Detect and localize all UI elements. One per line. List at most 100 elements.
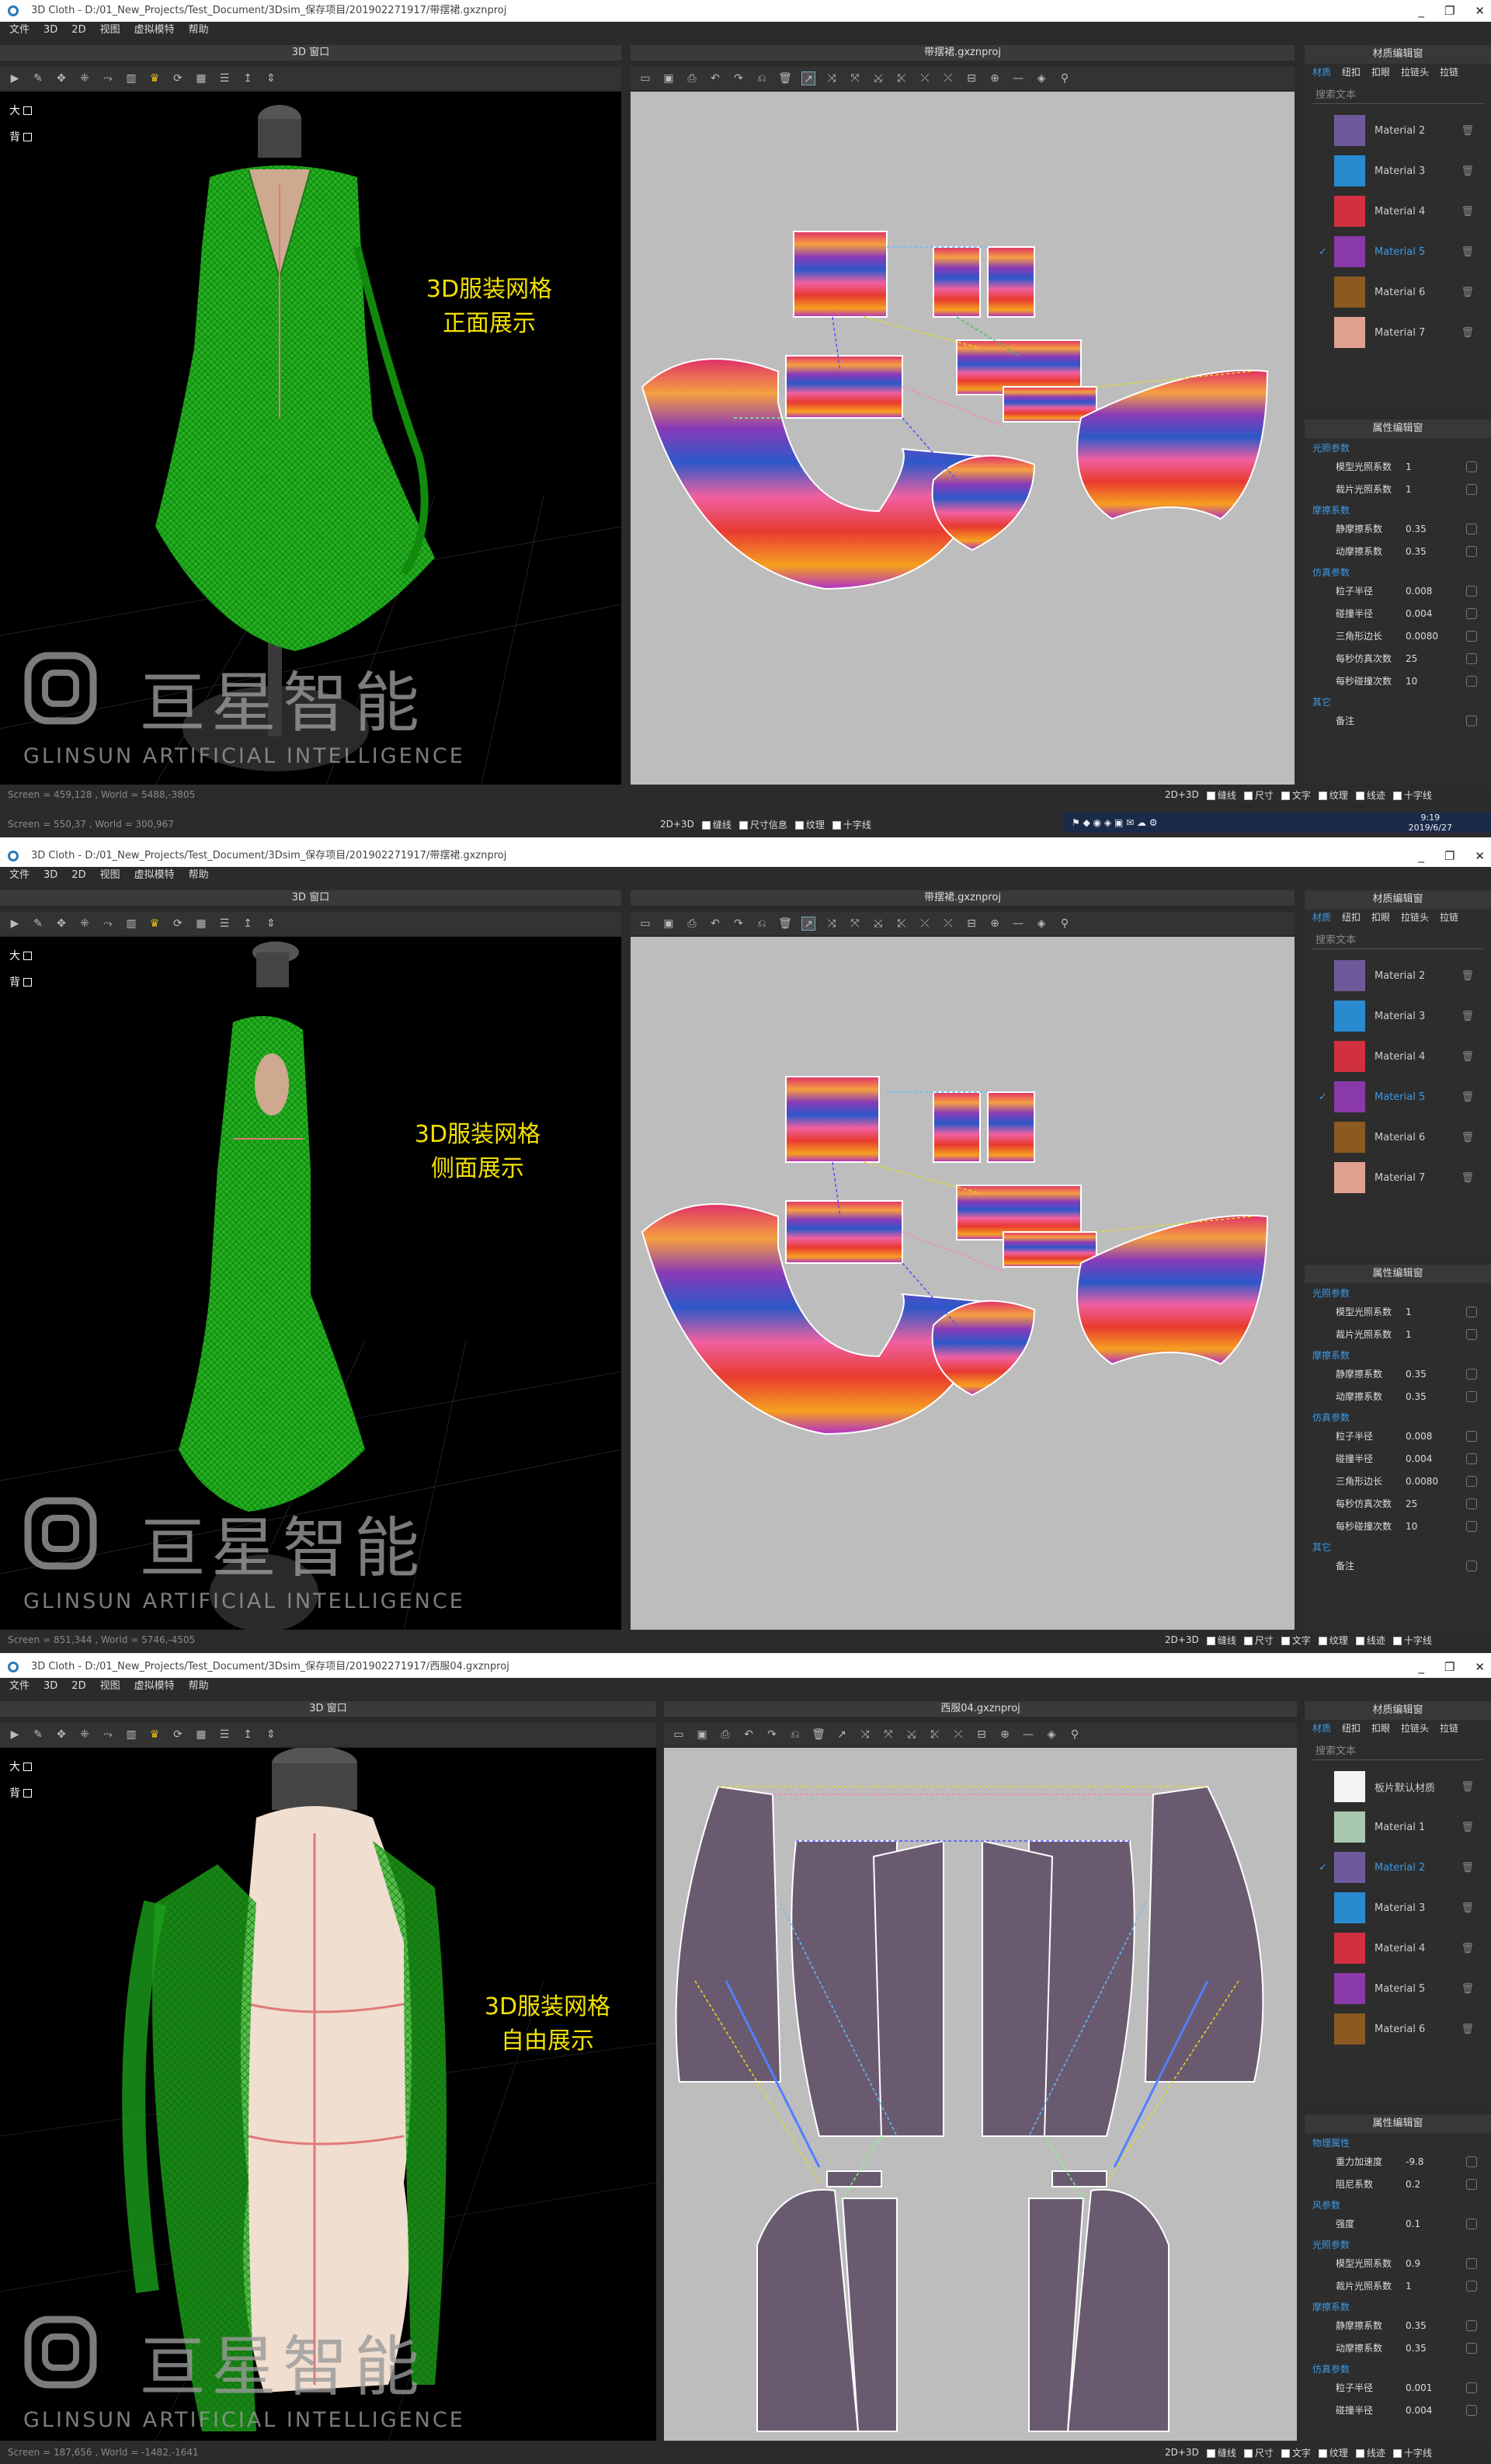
menu-file[interactable]: 文件 xyxy=(9,867,30,884)
tab-button[interactable]: 纽扣 xyxy=(1342,1721,1361,1735)
delete-material-icon[interactable]: 🗑 xyxy=(1461,165,1474,177)
opt-crosshair[interactable]: 十字线 xyxy=(1392,1634,1432,1647)
opt-texture[interactable]: 纹理 xyxy=(1318,788,1348,802)
material-item[interactable]: Material 6 🗑 xyxy=(1305,272,1491,312)
seam6-icon[interactable]: ⤬ xyxy=(941,917,955,931)
delete-material-icon[interactable]: 🗑 xyxy=(1461,1781,1474,1793)
material-item[interactable]: 板片默认材质 🗑 xyxy=(1305,1766,1491,1807)
redo-icon[interactable]: ↷ xyxy=(732,917,746,931)
reset-icon[interactable] xyxy=(1466,461,1477,472)
seam4-icon[interactable]: ⤪ xyxy=(895,917,909,931)
reset-icon[interactable] xyxy=(1466,2342,1477,2354)
delete-material-icon[interactable]: 🗑 xyxy=(1461,1862,1474,1874)
material-search-input[interactable]: 搜索文本 xyxy=(1312,1743,1483,1760)
reset-icon[interactable] xyxy=(1466,1475,1477,1487)
delete-material-icon[interactable]: 🗑 xyxy=(1461,327,1474,339)
menu-2d[interactable]: 2D xyxy=(71,867,85,884)
property-value[interactable]: 25 xyxy=(1406,653,1468,664)
brush-icon[interactable]: ⚲ xyxy=(1068,1728,1082,1742)
opt-text[interactable]: 文字 xyxy=(1281,2446,1311,2459)
material-item[interactable]: ✓ Material 5 🗑 xyxy=(1305,1077,1491,1117)
opt-seam-b[interactable]: 缝线 xyxy=(701,818,732,831)
tab-zipper-head[interactable]: 拉链头 xyxy=(1401,65,1429,79)
property-value[interactable]: 10 xyxy=(1406,1521,1468,1532)
property-value[interactable]: 0.1 xyxy=(1406,2219,1468,2229)
delete-material-icon[interactable]: 🗑 xyxy=(1461,1902,1474,1914)
tack-icon[interactable]: ⤳ xyxy=(101,71,115,85)
material-item[interactable]: Material 3 🗑 xyxy=(1305,151,1491,191)
tab-buttonhole[interactable]: 扣眼 xyxy=(1371,65,1390,79)
reset-icon[interactable] xyxy=(1466,675,1477,687)
view-toggle-back[interactable]: 背 xyxy=(9,974,32,990)
layer-icon[interactable]: ☰ xyxy=(217,917,231,931)
material-item[interactable]: Material 3 🗑 xyxy=(1305,1888,1491,1928)
refresh-icon[interactable]: ⟳ xyxy=(171,71,185,85)
open-icon[interactable]: ▭ xyxy=(638,71,652,85)
minimize-button[interactable]: _ xyxy=(1418,845,1424,867)
seam-icon[interactable]: ⤨ xyxy=(858,1728,872,1742)
target-icon[interactable]: ⊕ xyxy=(988,917,1002,931)
tab-zipper[interactable]: 拉链 xyxy=(1440,65,1458,79)
reset-icon[interactable] xyxy=(1466,2178,1477,2190)
move-icon[interactable]: ✥ xyxy=(54,1728,68,1742)
tab-material[interactable]: 材质 xyxy=(1312,910,1331,924)
delete-material-icon[interactable]: 🗑 xyxy=(1461,1091,1474,1103)
view-toggle-front[interactable]: 大 xyxy=(9,103,32,118)
tab-button[interactable]: 纽扣 xyxy=(1342,65,1361,79)
material-swatch[interactable] xyxy=(1334,1852,1365,1883)
material-swatch[interactable] xyxy=(1334,277,1365,308)
tab-zipper-head[interactable]: 拉链头 xyxy=(1401,910,1429,924)
view-3d[interactable]: 大 背 3D服装网格 自由展示 亘星智能 GLINSUN ARTIFICIAL I… xyxy=(0,1748,656,2441)
undo-icon[interactable]: ↶ xyxy=(708,917,722,931)
property-value[interactable]: 0.008 xyxy=(1406,1431,1468,1442)
property-value[interactable]: 0.0080 xyxy=(1406,1476,1468,1487)
menu-help[interactable]: 帮助 xyxy=(189,1678,209,1695)
property-value[interactable]: 0.0080 xyxy=(1406,631,1468,642)
opt-texture[interactable]: 纹理 xyxy=(1318,2446,1348,2459)
export-icon[interactable]: ⎙ xyxy=(685,917,699,931)
material-swatch[interactable] xyxy=(1334,1892,1365,1923)
reset-icon[interactable] xyxy=(1466,2404,1477,2416)
material-swatch[interactable] xyxy=(1334,1081,1365,1112)
material-swatch[interactable] xyxy=(1334,317,1365,348)
brush-icon[interactable]: ⚲ xyxy=(1058,71,1072,85)
opt-crosshair-b[interactable]: 十字线 xyxy=(832,818,871,831)
material-item[interactable]: Material 1 🗑 xyxy=(1305,1807,1491,1847)
reset-icon[interactable] xyxy=(1466,630,1477,642)
menu-3d[interactable]: 3D xyxy=(43,22,57,39)
seam-icon[interactable]: ⤨ xyxy=(825,917,839,931)
view-toggle-front[interactable]: 大 xyxy=(9,948,32,963)
menu-file[interactable]: 文件 xyxy=(9,22,30,39)
reset-icon[interactable] xyxy=(1466,1306,1477,1317)
material-search-input[interactable]: 搜索文本 xyxy=(1312,932,1483,949)
property-section[interactable]: 光照参数 xyxy=(1305,1283,1491,1300)
opt-text[interactable]: 文字 xyxy=(1281,788,1311,802)
line-icon[interactable]: — xyxy=(1021,1728,1035,1742)
reset-icon[interactable] xyxy=(1466,1520,1477,1532)
opt-texture-b[interactable]: 纹理 xyxy=(794,818,825,831)
delete-material-icon[interactable]: 🗑 xyxy=(1461,970,1474,982)
menu-3d[interactable]: 3D xyxy=(43,1678,57,1695)
pin-icon[interactable]: ✎ xyxy=(31,71,45,85)
menu-avatar[interactable]: 虚拟模特 xyxy=(134,1678,175,1695)
delete-icon[interactable]: ▥ xyxy=(124,1728,138,1742)
property-value[interactable]: 1 xyxy=(1406,461,1468,472)
seam3-icon[interactable]: ⤩ xyxy=(905,1728,919,1742)
view-2d[interactable] xyxy=(664,1748,1297,2441)
layer-icon[interactable]: ☰ xyxy=(217,1728,231,1742)
lock-icon[interactable]: ⎌ xyxy=(755,71,769,85)
redo-icon[interactable]: ↷ xyxy=(765,1728,779,1742)
material-item[interactable]: Material 7 🗑 xyxy=(1305,1157,1491,1198)
material-item[interactable]: Material 4 🗑 xyxy=(1305,191,1491,231)
select-icon[interactable]: ⁜ xyxy=(78,71,92,85)
property-value[interactable]: 0.9 xyxy=(1406,2258,1468,2269)
play-icon[interactable]: ▶ xyxy=(8,917,22,931)
shirt-icon[interactable]: ♛ xyxy=(148,917,162,931)
reset-icon[interactable] xyxy=(1466,1368,1477,1380)
seam-icon[interactable]: ⤨ xyxy=(825,71,839,85)
menu-avatar[interactable]: 虚拟模特 xyxy=(134,22,175,39)
play-icon[interactable]: ▶ xyxy=(8,1728,22,1742)
material-swatch[interactable] xyxy=(1334,1973,1365,2004)
property-section[interactable]: 摩擦系数 xyxy=(1305,2297,1491,2314)
seam6-icon[interactable]: ⤬ xyxy=(941,71,955,85)
